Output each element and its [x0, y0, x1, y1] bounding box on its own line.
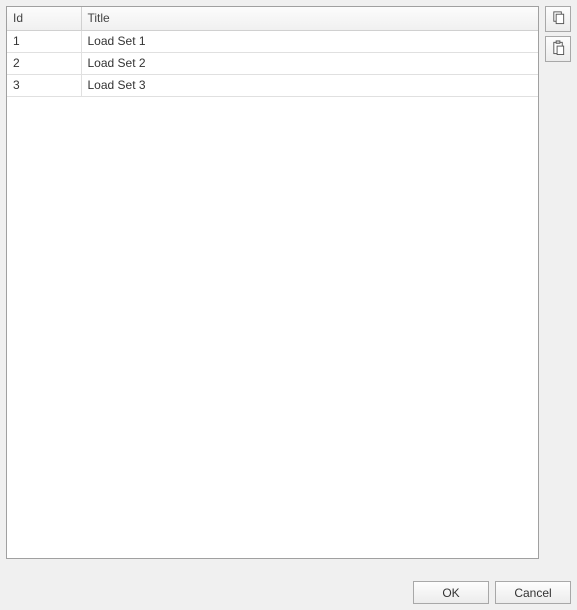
table-container: Id Title 1Load Set 12Load Set 23Load Set… — [6, 6, 539, 559]
data-table[interactable]: Id Title 1Load Set 12Load Set 23Load Set… — [7, 7, 538, 97]
cell-id[interactable]: 1 — [7, 30, 81, 52]
side-toolbar — [545, 6, 571, 559]
table-row[interactable]: 2Load Set 2 — [7, 52, 538, 74]
main-area: Id Title 1Load Set 12Load Set 23Load Set… — [0, 0, 577, 565]
cell-title[interactable]: Load Set 1 — [81, 30, 538, 52]
cell-title[interactable]: Load Set 3 — [81, 74, 538, 96]
cancel-button[interactable]: Cancel — [495, 581, 571, 604]
column-header-title[interactable]: Title — [81, 7, 538, 30]
table-row[interactable]: 3Load Set 3 — [7, 74, 538, 96]
cell-id[interactable]: 3 — [7, 74, 81, 96]
cell-title[interactable]: Load Set 2 — [81, 52, 538, 74]
cell-id[interactable]: 2 — [7, 52, 81, 74]
paste-icon — [551, 40, 566, 58]
dialog-footer: OK Cancel — [413, 581, 571, 604]
table-row[interactable]: 1Load Set 1 — [7, 30, 538, 52]
paste-button[interactable] — [545, 36, 571, 62]
ok-button[interactable]: OK — [413, 581, 489, 604]
copy-button[interactable] — [545, 6, 571, 32]
copy-icon — [551, 10, 566, 28]
column-header-id[interactable]: Id — [7, 7, 81, 30]
table-header-row: Id Title — [7, 7, 538, 30]
